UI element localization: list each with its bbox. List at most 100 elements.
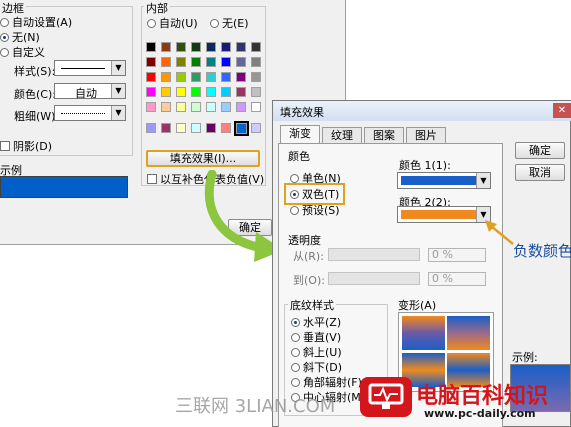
palette-swatch[interactable]	[236, 57, 246, 67]
palette-swatch[interactable]	[236, 102, 246, 112]
color-option-preset[interactable]: 预设(S)	[290, 202, 340, 218]
to-label: 到(O):	[293, 274, 325, 287]
border-weight-select[interactable]: ▼	[54, 105, 126, 121]
recent-color-swatch[interactable]	[221, 123, 231, 133]
palette-swatch[interactable]	[236, 72, 246, 82]
palette-swatch[interactable]	[146, 57, 156, 67]
logo-url: www.pc-daily.com	[424, 407, 536, 420]
transparency-to-input[interactable]: 0 %	[428, 272, 486, 286]
recent-color-swatch[interactable]	[176, 123, 186, 133]
color1-select[interactable]: ▼	[397, 172, 491, 189]
ok-button[interactable]: 确定	[515, 142, 565, 159]
palette-swatch[interactable]	[206, 57, 216, 67]
palette-swatch[interactable]	[251, 87, 261, 97]
palette-swatch[interactable]	[221, 72, 231, 82]
border-style-select[interactable]: ▼	[54, 60, 126, 76]
line-style-preview	[61, 68, 105, 69]
recent-color-swatch[interactable]	[191, 123, 201, 133]
transparency-to-slider[interactable]	[328, 272, 420, 285]
tab-picture[interactable]: 图片	[406, 127, 446, 143]
shading-option-label: 水平(Z)	[303, 316, 342, 329]
palette-swatch[interactable]	[206, 87, 216, 97]
cancel-button[interactable]: 取消	[515, 164, 565, 181]
radio-selected-icon	[291, 318, 300, 327]
recent-color-swatch[interactable]	[251, 123, 261, 133]
palette-swatch[interactable]	[146, 87, 156, 97]
palette-swatch[interactable]	[176, 57, 186, 67]
palette-swatch[interactable]	[221, 102, 231, 112]
palette-swatch[interactable]	[191, 57, 201, 67]
monitor-icon	[368, 383, 404, 409]
tab-pattern[interactable]: 图案	[364, 127, 404, 143]
palette-swatch[interactable]	[236, 87, 246, 97]
tab-texture[interactable]: 纹理	[322, 127, 362, 143]
palette-swatch[interactable]	[251, 42, 261, 52]
palette-swatch[interactable]	[251, 72, 261, 82]
palette-swatch[interactable]	[191, 87, 201, 97]
annotation-arrow-icon	[485, 220, 514, 245]
shading-option-label: 斜上(U)	[303, 346, 342, 359]
palette-swatch[interactable]	[206, 102, 216, 112]
palette-swatch[interactable]	[251, 57, 261, 67]
from-label: 从(R):	[293, 250, 324, 263]
palette-swatch[interactable]	[221, 57, 231, 67]
inner-auto-option[interactable]: 自动(U)	[147, 15, 198, 31]
border-option-custom[interactable]: 自定义	[0, 44, 45, 60]
palette-swatch[interactable]	[146, 102, 156, 112]
palette-swatch[interactable]	[221, 87, 231, 97]
preview-box	[0, 176, 128, 198]
annotation-label: 负数颜色	[513, 242, 571, 260]
border-option-none[interactable]: 无(N)	[0, 29, 40, 45]
close-icon[interactable]: ✕	[553, 103, 571, 118]
color2-select[interactable]: ▼	[397, 206, 491, 223]
recent-color-swatch[interactable]	[206, 123, 216, 133]
border-option-auto[interactable]: 自动设置(A)	[0, 14, 72, 30]
shading-option[interactable]: 角部辐射(F)	[291, 374, 362, 390]
variants-label: 变形(A)	[398, 299, 437, 312]
palette-swatch[interactable]	[161, 72, 171, 82]
palette-swatch[interactable]	[161, 57, 171, 67]
checkbox-icon	[147, 174, 157, 184]
radio-icon	[210, 19, 219, 28]
palette-swatch[interactable]	[236, 42, 246, 52]
palette-swatch[interactable]	[146, 42, 156, 52]
palette-swatch[interactable]	[161, 42, 171, 52]
tab-gradient[interactable]: 渐变	[280, 125, 320, 143]
palette-swatch[interactable]	[176, 102, 186, 112]
color1-swatch	[401, 176, 477, 185]
palette-swatch[interactable]	[191, 102, 201, 112]
shading-option[interactable]: 垂直(V)	[291, 329, 341, 345]
shading-option-label: 垂直(V)	[303, 331, 342, 344]
variant-2[interactable]	[447, 316, 490, 350]
palette-swatch[interactable]	[206, 42, 216, 52]
inner-none-option[interactable]: 无(E)	[210, 15, 249, 31]
variant-1[interactable]	[402, 316, 445, 350]
border-color-select[interactable]: 自动 ▼	[54, 83, 126, 100]
chevron-down-icon: ▼	[476, 173, 490, 188]
shading-option[interactable]: 水平(Z)	[291, 314, 341, 330]
transparency-from-slider[interactable]	[328, 248, 420, 261]
shading-option-label: 斜下(D)	[303, 361, 343, 374]
palette-swatch-selected[interactable]	[234, 121, 249, 136]
palette-swatch[interactable]	[206, 72, 216, 82]
palette-swatch[interactable]	[176, 42, 186, 52]
color2-swatch	[401, 210, 477, 219]
palette-swatch[interactable]	[191, 42, 201, 52]
radio-selected-icon	[0, 33, 9, 42]
transparency-from-input[interactable]: 0 %	[428, 248, 486, 262]
recent-color-swatch[interactable]	[146, 123, 156, 133]
shading-option[interactable]: 斜下(D)	[291, 359, 342, 375]
palette-swatch[interactable]	[251, 102, 261, 112]
palette-swatch[interactable]	[161, 87, 171, 97]
shading-option[interactable]: 斜上(U)	[291, 344, 342, 360]
shadow-checkbox[interactable]: 阴影(D)	[0, 138, 52, 154]
palette-swatch[interactable]	[176, 87, 186, 97]
recent-color-swatch[interactable]	[161, 123, 171, 133]
radio-icon	[291, 333, 300, 342]
palette-swatch[interactable]	[146, 72, 156, 82]
palette-swatch[interactable]	[176, 72, 186, 82]
palette-swatch[interactable]	[221, 42, 231, 52]
palette-swatch[interactable]	[191, 72, 201, 82]
palette-swatch[interactable]	[161, 102, 171, 112]
fill-effects-button[interactable]: 填充效果(I)...	[146, 150, 260, 167]
